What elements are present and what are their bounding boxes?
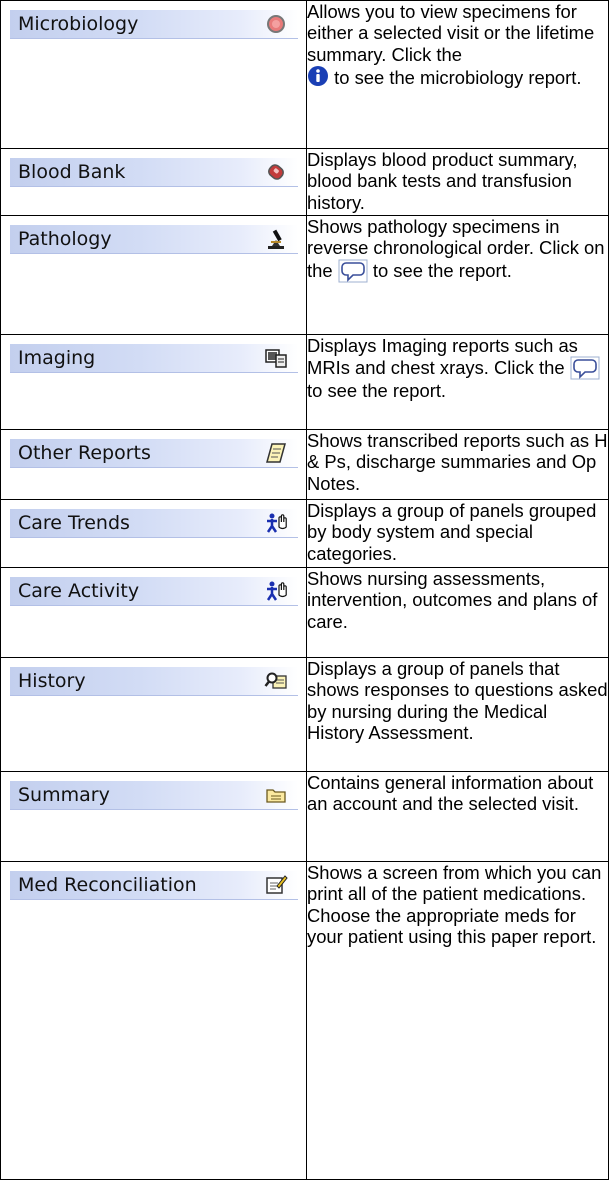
- tab-label: Summary: [18, 784, 110, 806]
- folder-icon: [266, 789, 286, 803]
- row-description: Shows transcribed reports such as H & Ps…: [307, 430, 608, 494]
- history-card-icon: [264, 672, 287, 689]
- tab-label: Care Activity: [18, 580, 140, 602]
- table-row: Microbiology Allows you to view specimen…: [0, 0, 609, 149]
- specimen-circle-icon: [267, 15, 285, 33]
- tab-label: History: [18, 670, 86, 692]
- row-description-cont: to see the microbiology report.: [334, 67, 582, 89]
- tab-label: Other Reports: [18, 442, 151, 464]
- tab-summary[interactable]: Summary: [10, 781, 298, 810]
- table-row: Imaging Displays Imaging reports such as…: [0, 334, 609, 430]
- tab-care-trends[interactable]: Care Trends: [10, 509, 298, 538]
- edit-form-icon: [266, 875, 288, 894]
- info-icon[interactable]: [307, 65, 329, 87]
- row-description-cont: to see the report.: [372, 259, 512, 281]
- row-description: Displays Imaging reports such as MRIs an…: [307, 335, 578, 379]
- blood-drop-icon: [268, 164, 284, 180]
- row-description-cont: to see the report.: [307, 380, 447, 402]
- tab-label: Med Reconciliation: [18, 874, 197, 896]
- notepad-icon: [266, 443, 286, 463]
- module-table: Microbiology Allows you to view specimen…: [0, 0, 609, 1180]
- table-row: Summary Contains general information abo…: [0, 771, 609, 862]
- comment-bubble-icon[interactable]: [570, 356, 600, 380]
- tab-med-reconciliation[interactable]: Med Reconciliation: [10, 871, 298, 900]
- row-description: Allows you to view specimens for either …: [307, 1, 595, 65]
- comment-bubble-icon[interactable]: [338, 259, 368, 283]
- tab-imaging[interactable]: Imaging: [10, 344, 298, 373]
- tab-microbiology[interactable]: Microbiology: [10, 10, 298, 39]
- nurse-hand-icon: [266, 581, 287, 601]
- tab-label: Care Trends: [18, 512, 130, 534]
- microscope-icon: [268, 229, 284, 249]
- table-row: Care Activity Shows nursing assessments,…: [0, 567, 609, 658]
- tab-care-activity[interactable]: Care Activity: [10, 577, 298, 606]
- table-row: Care Trends Displays a group of panels g…: [0, 499, 609, 568]
- tab-label: Imaging: [18, 347, 96, 369]
- row-description: Shows nursing assessments, intervention,…: [307, 568, 598, 632]
- tab-label: Microbiology: [18, 13, 139, 35]
- tab-blood-bank[interactable]: Blood Bank: [10, 158, 298, 187]
- nurse-hand-icon: [266, 513, 287, 533]
- row-description: Contains general information about an ac…: [307, 772, 594, 815]
- imaging-film-icon: [265, 349, 287, 368]
- tab-label: Blood Bank: [18, 161, 126, 183]
- row-description: Displays a group of panels that shows re…: [307, 658, 608, 744]
- row-description: Shows a screen from which you can print …: [307, 862, 602, 948]
- tab-history[interactable]: History: [10, 667, 298, 696]
- row-description: Displays blood product summary, blood ba…: [307, 149, 578, 213]
- tab-other-reports[interactable]: Other Reports: [10, 439, 298, 468]
- table-row: Blood Bank Displays blood product summar…: [0, 148, 609, 216]
- tab-label: Pathology: [18, 228, 112, 250]
- table-row: Other Reports Shows transcribed reports …: [0, 429, 609, 500]
- table-row: Med Reconciliation Shows a screen from w…: [0, 861, 609, 1180]
- tab-pathology[interactable]: Pathology: [10, 225, 298, 254]
- table-row: History Displays a group of panels that …: [0, 657, 609, 772]
- row-description: Displays a group of panels grouped by bo…: [307, 500, 597, 564]
- table-row: Pathology Shows pathology specimens in r…: [0, 215, 609, 335]
